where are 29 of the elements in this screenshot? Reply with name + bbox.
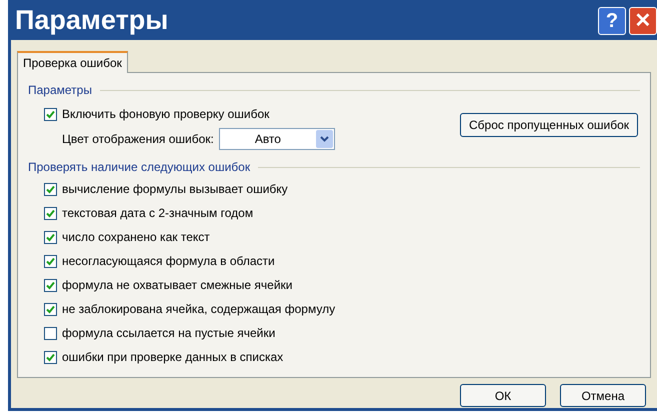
checkbox[interactable] (44, 326, 57, 340)
close-button[interactable]: ✕ (629, 7, 657, 35)
checkbox-label: ошибки при проверке данных в списках (62, 349, 284, 366)
checkbox-label: формула не охватывает смежные ячейки (62, 277, 292, 294)
cancel-button[interactable]: Отмена (560, 384, 646, 407)
checkbox-label: несогласующаяся формула в области (62, 253, 275, 270)
tab[interactable]: Проверка ошибок (17, 51, 128, 73)
checkbox[interactable] (44, 350, 57, 364)
checkbox[interactable] (44, 108, 57, 120)
color-dropdown[interactable]: Авто (218, 128, 335, 150)
group-heading: Проверять наличие следующих ошибок (28, 159, 250, 176)
help-button[interactable]: ? (598, 7, 626, 35)
checkbox[interactable] (44, 230, 57, 244)
checkbox[interactable] (44, 182, 57, 196)
checkbox-label: не заблокирована ячейка, содержащая формулу (62, 301, 336, 318)
group-heading: Параметры (28, 82, 92, 99)
checkbox-label: формула ссылается на пустые ячейки (62, 325, 276, 342)
checkbox[interactable] (44, 278, 57, 292)
window-title: Параметры (15, 4, 168, 37)
checkbox[interactable] (44, 254, 57, 268)
reset-button[interactable]: Сброс пропущенных ошибок (460, 113, 638, 137)
ok-button[interactable]: ОК (460, 384, 546, 407)
checkbox-label: число сохранено как текст (62, 229, 210, 246)
checkbox[interactable] (44, 302, 57, 316)
checkbox-label: Включить фоновую проверку ошибок (62, 106, 270, 123)
checkbox[interactable] (44, 206, 57, 220)
field-label: Цвет отображения ошибок: (62, 131, 214, 148)
checkbox-label: текстовая дата с 2-значным годом (62, 205, 254, 222)
checkbox-label: вычисление формулы вызывает ошибку (62, 181, 288, 198)
